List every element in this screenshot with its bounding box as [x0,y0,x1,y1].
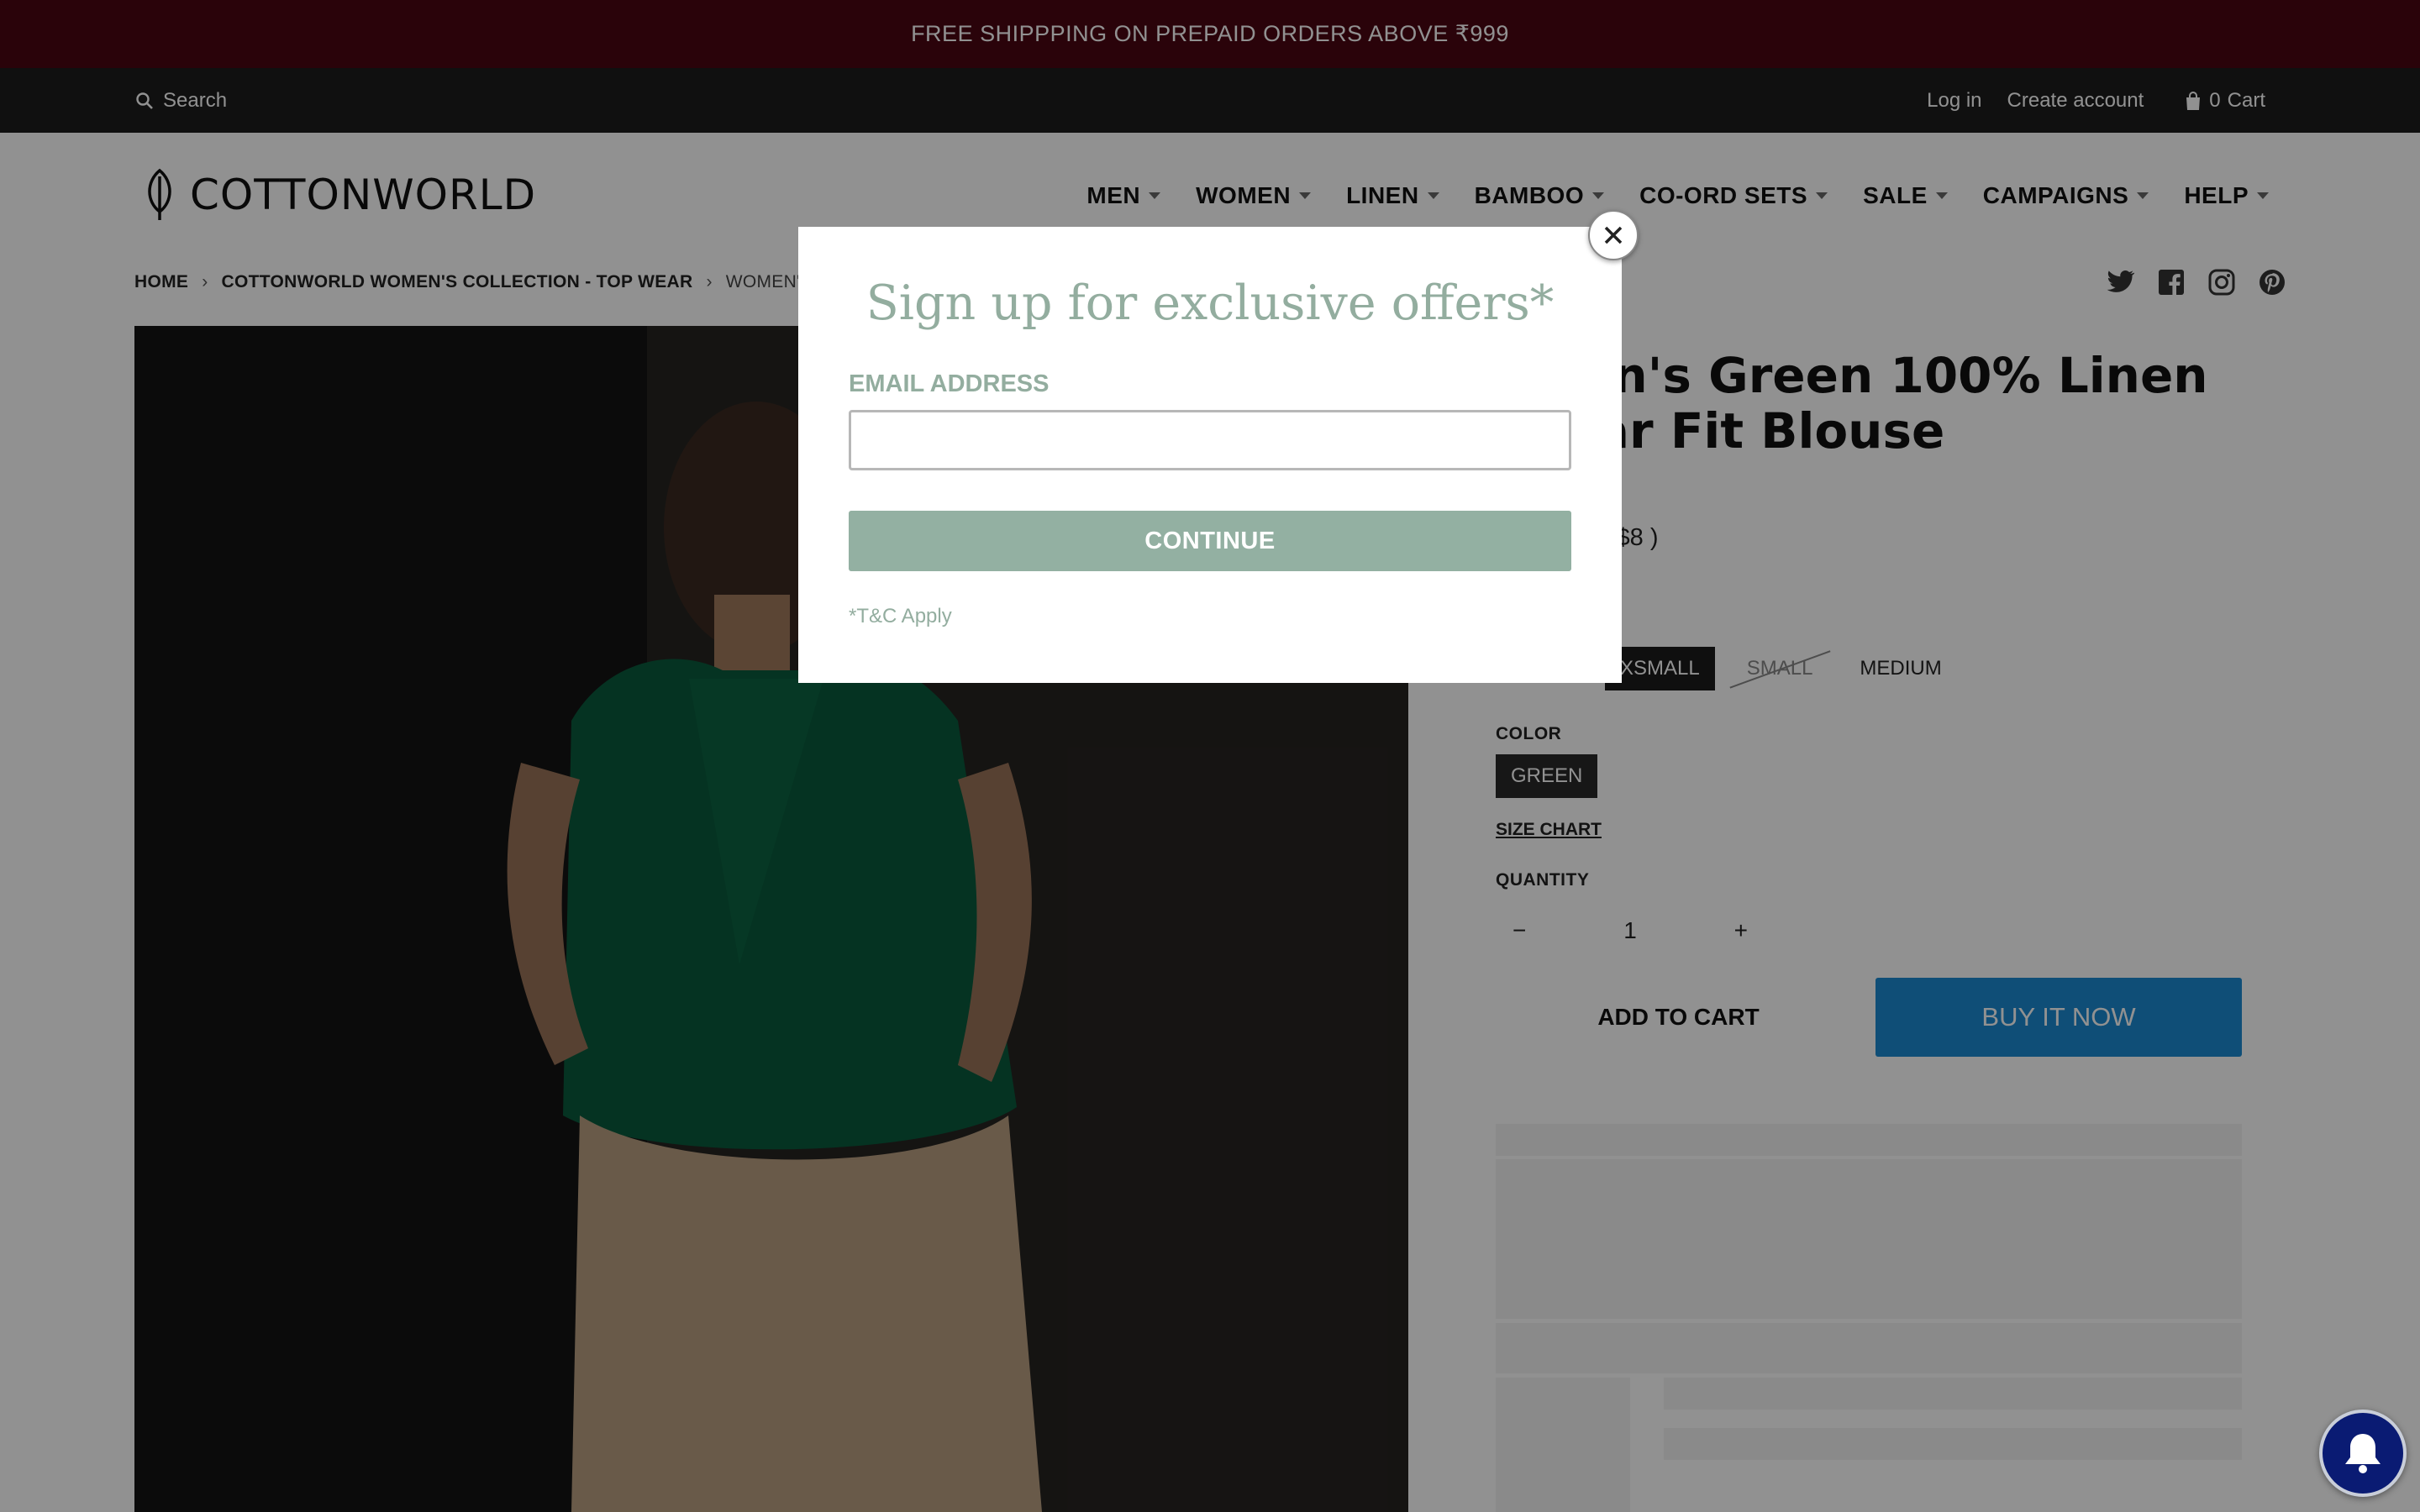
close-icon [1604,226,1623,244]
signup-modal: Sign up for exclusive offers* EMAIL ADDR… [798,227,1622,683]
close-button[interactable] [1588,210,1639,260]
continue-button[interactable]: CONTINUE [849,511,1571,571]
bell-icon [2345,1434,2381,1473]
tnc-note: *T&C Apply [849,605,952,627]
email-field[interactable] [849,410,1571,470]
notification-bell-button[interactable] [2319,1410,2407,1497]
email-label: EMAIL ADDRESS [849,370,1050,397]
modal-title: Sign up for exclusive offers* [865,276,1555,331]
